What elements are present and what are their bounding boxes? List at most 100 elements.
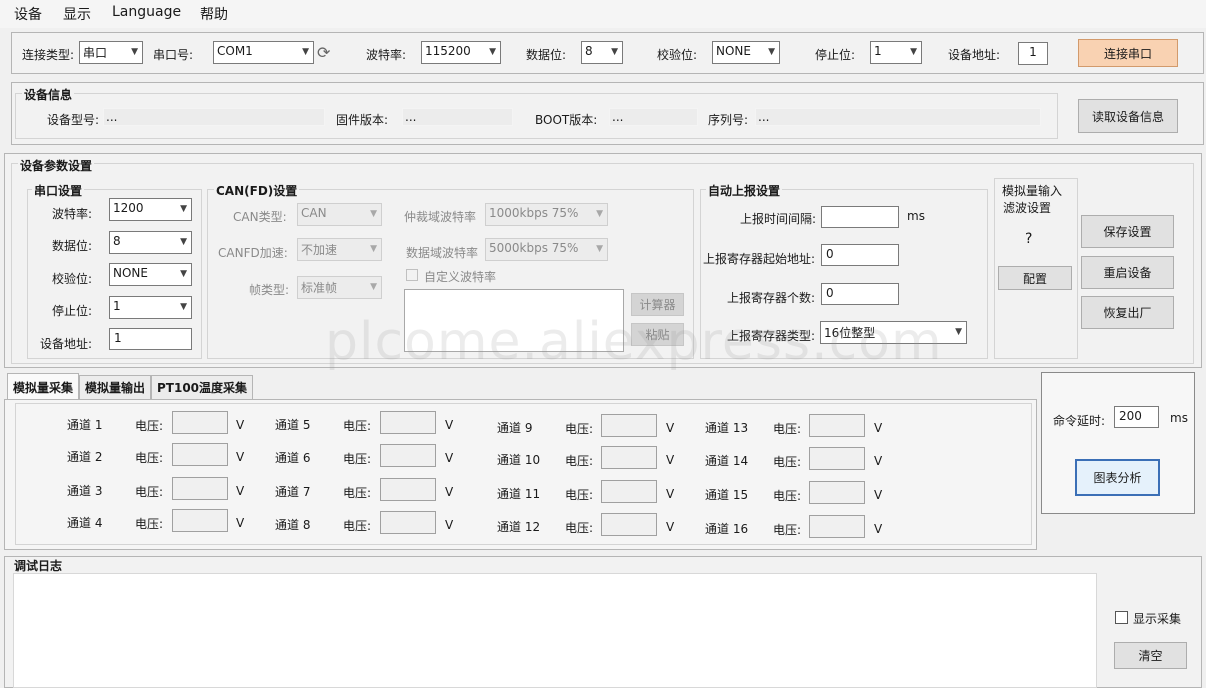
chevron-down-icon: ▼ [370,209,377,219]
tab-analog-input[interactable]: 模拟量采集 [7,373,80,400]
voltage-unit: V [874,421,883,435]
channel-name: 通道 7 [275,485,311,499]
conn-baud-select[interactable]: 115200 ▼ [421,41,501,64]
connect-button[interactable]: 连接串口 [1078,39,1178,67]
ps-address-input[interactable]: 1 [109,328,192,350]
voltage-value-field [172,509,228,532]
clear-log-button[interactable]: 清空 [1114,642,1187,669]
chevron-down-icon: ▼ [180,204,187,214]
tab-analog-output[interactable]: 模拟量输出 [79,375,152,399]
voltage-label: 电压: [773,422,802,436]
voltage-value-field [380,478,436,501]
conn-databits-label: 数据位: [526,48,567,62]
firmware-label: 固件版本: [336,113,389,127]
conn-type-select[interactable]: 串口 ▼ [79,41,143,64]
ps-baud-select[interactable]: 1200 ▼ [109,198,192,221]
chevron-down-icon: ▼ [180,237,187,247]
show-collect-checkbox[interactable] [1115,611,1128,624]
report-type-label: 上报寄存器类型: [727,329,816,343]
voltage-unit: V [445,451,454,465]
voltage-label: 电压: [135,485,164,499]
can-frame-select[interactable]: 标准帧 ▼ [297,276,382,299]
report-start-input[interactable]: 0 [821,244,899,266]
port-select[interactable]: COM1 ▼ [213,41,314,64]
voltage-label: 电压: [773,489,802,503]
restart-device-button[interactable]: 重启设备 [1081,256,1174,289]
paste-button[interactable]: 粘贴 [631,323,684,346]
calculator-button[interactable]: 计算器 [631,293,684,316]
voltage-unit: V [666,421,675,435]
voltage-value-field [380,444,436,467]
voltage-unit: V [445,485,454,499]
can-frame-label: 帧类型: [249,283,290,297]
can-type-value: CAN [301,206,327,220]
delay-unit: ms [1170,411,1188,425]
can-fd-select[interactable]: 不加速 ▼ [297,238,382,261]
can-arb-value: 1000kbps 75% [489,206,579,220]
custom-baud-textarea[interactable] [404,289,624,352]
chart-analysis-button[interactable]: 图表分析 [1075,459,1160,496]
save-settings-button[interactable]: 保存设置 [1081,215,1174,248]
can-type-select[interactable]: CAN ▼ [297,203,382,226]
voltage-label: 电压: [135,517,164,531]
voltage-label: 电压: [565,521,594,535]
channel-name: 通道 9 [497,421,533,435]
conn-address-input[interactable]: 1 [1018,42,1048,65]
tab-pt100[interactable]: PT100温度采集 [151,375,254,399]
ps-stopbits-value: 1 [113,299,121,313]
serial-label: 序列号: [708,113,749,127]
conn-stopbits-select[interactable]: 1 ▼ [870,41,922,64]
voltage-unit: V [874,454,883,468]
voltage-unit: V [874,522,883,536]
delay-label: 命令延时: [1053,414,1106,428]
ps-databits-value: 8 [113,234,121,248]
conn-databits-select[interactable]: 8 ▼ [581,41,623,64]
voltage-value-field [601,513,657,536]
voltage-value-field [809,447,865,470]
chevron-down-icon: ▼ [596,209,603,219]
delay-input[interactable]: 200 [1114,406,1159,428]
refresh-icon[interactable]: ⟳ [317,43,330,62]
can-fd-label: CANFD加速: [218,246,288,260]
channel-name: 通道 4 [67,516,103,530]
menu-help[interactable]: 帮助 [200,4,228,24]
filter-config-button[interactable]: 配置 [998,266,1072,290]
log-textarea[interactable] [13,573,1097,688]
voltage-value-field [172,443,228,466]
menu-display[interactable]: 显示 [63,4,91,24]
conn-baud-value: 115200 [425,44,471,58]
port-label: 串口号: [153,48,194,62]
menu-device[interactable]: 设备 [14,4,42,24]
can-data-select[interactable]: 5000kbps 75% ▼ [485,238,608,261]
voltage-unit: V [666,520,675,534]
report-count-input[interactable]: 0 [821,283,899,305]
ps-baud-label: 波特率: [52,207,93,221]
ps-baud-value: 1200 [113,201,144,215]
conn-databits-value: 8 [585,44,593,58]
report-type-value: 16位整型 [824,326,876,340]
conn-type-label: 连接类型: [22,48,75,62]
conn-stopbits-label: 停止位: [815,48,856,62]
voltage-label: 电压: [773,455,802,469]
conn-parity-select[interactable]: NONE ▼ [712,41,780,64]
custom-baud-label: 自定义波特率 [424,270,497,284]
read-device-info-button[interactable]: 读取设备信息 [1078,99,1178,133]
channel-name: 通道 16 [705,522,749,536]
ps-databits-select[interactable]: 8 ▼ [109,231,192,254]
menu-language[interactable]: Language [112,4,181,20]
custom-baud-checkbox[interactable] [406,269,418,281]
report-type-select[interactable]: 16位整型 ▼ [820,321,967,344]
menu-bar: 设备 显示 Language 帮助 [0,0,1206,28]
voltage-label: 电压: [343,519,372,533]
can-arb-select[interactable]: 1000kbps 75% ▼ [485,203,608,226]
ps-parity-select[interactable]: NONE ▼ [109,263,192,286]
serial-settings-title: 串口设置 [32,182,85,199]
factory-reset-button[interactable]: 恢复出厂 [1081,296,1174,329]
model-value: ... [103,108,325,126]
conn-stopbits-value: 1 [874,44,882,58]
ps-stopbits-select[interactable]: 1 ▼ [109,296,192,319]
conn-type-value: 串口 [83,46,108,60]
ps-databits-label: 数据位: [52,239,93,253]
can-arb-label: 仲裁域波特率 [404,210,477,224]
report-interval-input[interactable] [821,206,899,228]
